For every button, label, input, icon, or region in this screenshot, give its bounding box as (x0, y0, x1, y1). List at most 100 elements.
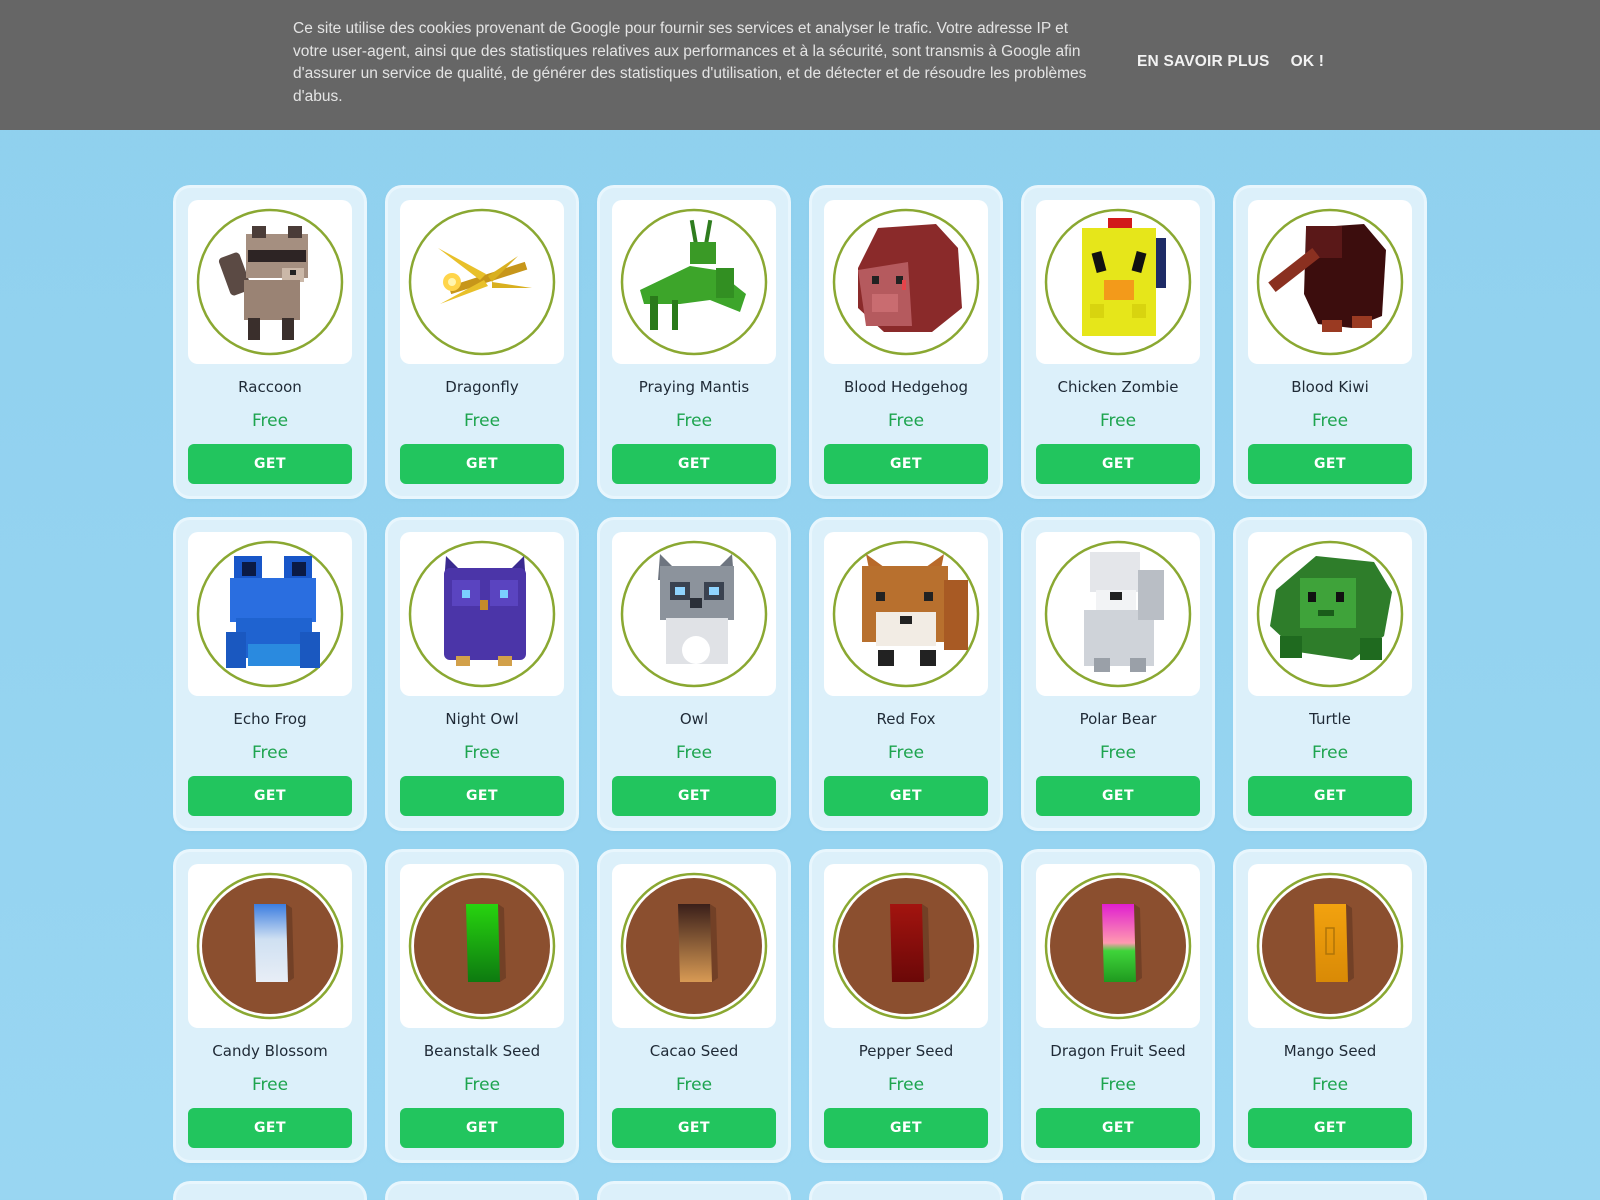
get-button[interactable]: GET (1036, 444, 1200, 484)
get-button[interactable]: GET (612, 776, 776, 816)
product-card-partial (176, 1184, 364, 1200)
night-owl-icon (408, 540, 556, 688)
product-price: Free (675, 1075, 713, 1095)
product-image (612, 864, 776, 1028)
blood-kiwi-icon (1256, 208, 1404, 356)
get-button[interactable]: GET (400, 1108, 564, 1148)
product-price: Free (887, 411, 925, 431)
product-image (612, 532, 776, 696)
turtle-icon (1256, 540, 1404, 688)
product-card: Candy Blossom Free GET (176, 852, 364, 1160)
get-button[interactable]: GET (400, 776, 564, 816)
product-name: Polar Bear (1079, 710, 1157, 728)
product-card: Mango Seed Free GET (1236, 852, 1424, 1160)
get-button[interactable]: GET (1036, 776, 1200, 816)
product-name: Raccoon (238, 378, 302, 396)
product-name: Mango Seed (1283, 1042, 1377, 1060)
product-name: Dragon Fruit Seed (1050, 1042, 1186, 1060)
product-card: Polar Bear Free GET (1024, 520, 1212, 828)
product-price: Free (251, 743, 289, 763)
learn-more-button[interactable]: EN SAVOIR PLUS (1137, 53, 1270, 71)
product-name: Turtle (1309, 710, 1351, 728)
get-button[interactable]: GET (824, 1108, 988, 1148)
product-price: Free (463, 411, 501, 431)
product-grid: Raccoon Free GET Dragonfly Free GET Praying Ma… (176, 188, 1424, 1160)
product-price: Free (1311, 743, 1349, 763)
get-button[interactable]: GET (1248, 444, 1412, 484)
product-image (612, 200, 776, 364)
get-button[interactable]: GET (400, 444, 564, 484)
product-price: Free (1311, 411, 1349, 431)
product-card-partial (600, 1184, 788, 1200)
product-price: Free (887, 743, 925, 763)
product-name: Echo Frog (233, 710, 307, 728)
product-card: Blood Kiwi Free GET (1236, 188, 1424, 496)
product-price: Free (887, 1075, 925, 1095)
product-card: Red Fox Free GET (812, 520, 1000, 828)
dragonfly-icon (408, 208, 556, 356)
product-image (1036, 864, 1200, 1028)
echo-frog-icon (196, 540, 344, 688)
next-row-partial (176, 1184, 1424, 1200)
get-button[interactable]: GET (824, 776, 988, 816)
product-image (824, 200, 988, 364)
get-button[interactable]: GET (188, 444, 352, 484)
product-card: Cacao Seed Free GET (600, 852, 788, 1160)
product-card: Dragon Fruit Seed Free GET (1024, 852, 1212, 1160)
product-name: Pepper Seed (858, 1042, 954, 1060)
product-price: Free (463, 1075, 501, 1095)
product-card-partial (1236, 1184, 1424, 1200)
get-button[interactable]: GET (188, 776, 352, 816)
product-price: Free (251, 411, 289, 431)
product-price: Free (1099, 743, 1137, 763)
product-image (824, 532, 988, 696)
product-name: Dragonfly (445, 378, 519, 396)
product-name: Beanstalk Seed (423, 1042, 541, 1060)
chicken-zombie-icon (1044, 208, 1192, 356)
product-price: Free (463, 743, 501, 763)
cookie-actions: EN SAVOIR PLUS OK ! (1137, 53, 1324, 71)
product-name: Red Fox (876, 710, 936, 728)
product-name: Night Owl (445, 710, 519, 728)
product-card: Raccoon Free GET (176, 188, 364, 496)
cookie-banner: Ce site utilise des cookies provenant de… (0, 0, 1600, 130)
get-button[interactable]: GET (1248, 776, 1412, 816)
product-name: Blood Hedgehog (843, 378, 969, 396)
product-image (188, 200, 352, 364)
product-card: Beanstalk Seed Free GET (388, 852, 576, 1160)
product-name: Chicken Zombie (1057, 378, 1179, 396)
ok-button[interactable]: OK ! (1291, 53, 1325, 71)
pepper-seed-icon (832, 872, 980, 1020)
product-card: Chicken Zombie Free GET (1024, 188, 1212, 496)
product-name: Candy Blossom (212, 1042, 328, 1060)
candy-blossom-seed-icon (196, 872, 344, 1020)
blood-hedgehog-icon (832, 208, 980, 356)
get-button[interactable]: GET (188, 1108, 352, 1148)
red-fox-icon (832, 540, 980, 688)
product-image (400, 864, 564, 1028)
product-card: Dragonfly Free GET (388, 188, 576, 496)
get-button[interactable]: GET (824, 444, 988, 484)
dragon-fruit-seed-icon (1044, 872, 1192, 1020)
product-image (1248, 200, 1412, 364)
get-button[interactable]: GET (612, 444, 776, 484)
owl-icon (620, 540, 768, 688)
get-button[interactable]: GET (1036, 1108, 1200, 1148)
get-button[interactable]: GET (1248, 1108, 1412, 1148)
product-card: Owl Free GET (600, 520, 788, 828)
product-card-partial (1024, 1184, 1212, 1200)
product-price: Free (1311, 1075, 1349, 1095)
product-price: Free (1099, 1075, 1137, 1095)
cacao-seed-icon (620, 872, 768, 1020)
get-button[interactable]: GET (612, 1108, 776, 1148)
cookie-notice-text: Ce site utilise des cookies provenant de… (293, 20, 1087, 105)
product-card: Blood Hedgehog Free GET (812, 188, 1000, 496)
product-price: Free (675, 743, 713, 763)
product-card: Echo Frog Free GET (176, 520, 364, 828)
product-image (1036, 200, 1200, 364)
product-card: Turtle Free GET (1236, 520, 1424, 828)
product-name: Cacao Seed (649, 1042, 739, 1060)
product-card: Night Owl Free GET (388, 520, 576, 828)
polar-bear-icon (1044, 540, 1192, 688)
product-name: Praying Mantis (638, 378, 750, 396)
